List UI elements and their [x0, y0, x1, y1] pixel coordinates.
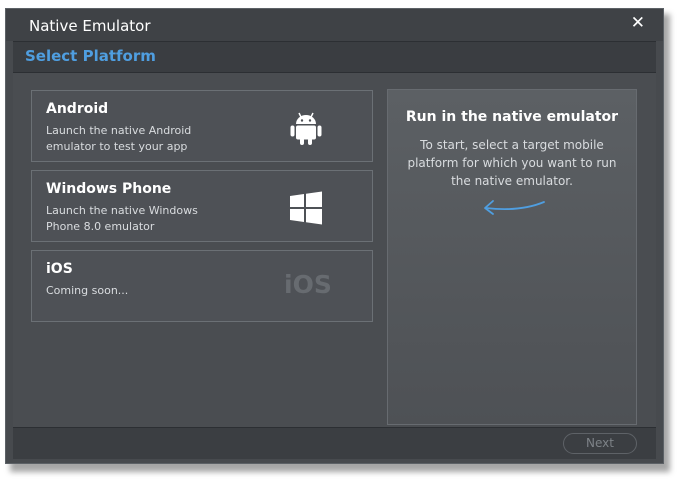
footer-bar: Next [13, 427, 656, 459]
info-panel: Run in the native emulator To start, sel… [387, 89, 637, 425]
platform-description: Launch the native Android emulator to te… [46, 124, 192, 153]
arrow-left-icon [484, 200, 545, 215]
android-icon [290, 112, 322, 145]
title-bar: Native Emulator ✕ [6, 9, 663, 41]
info-panel-title: Run in the native emulator [405, 109, 619, 125]
content-area: Android Launch the native Android emulat… [13, 73, 656, 427]
platform-description: Coming soon... [46, 284, 129, 297]
ios-logo-icon: iOS [284, 270, 332, 299]
section-header: Select Platform [13, 41, 656, 73]
platform-card-windows-phone[interactable]: Windows Phone Launch the native Windows … [31, 170, 373, 242]
platform-card-android[interactable]: Android Launch the native Android emulat… [31, 90, 373, 162]
platform-title: iOS [46, 261, 73, 277]
platform-description: Launch the native Windows Phone 8.0 emul… [46, 204, 198, 233]
windows-icon [290, 191, 322, 225]
platform-card-ios: iOS Coming soon... iOS [31, 250, 373, 322]
window-title: Native Emulator [29, 17, 151, 35]
platform-title: Windows Phone [46, 181, 172, 197]
info-panel-text: To start, select a target mobile platfor… [407, 138, 617, 188]
section-title: Select Platform [25, 47, 156, 65]
platform-title: Android [46, 101, 109, 117]
emulator-dialog: Native Emulator ✕ Select Platform Androi… [5, 8, 664, 464]
next-button[interactable]: Next [563, 433, 637, 454]
close-icon[interactable]: ✕ [631, 13, 645, 33]
